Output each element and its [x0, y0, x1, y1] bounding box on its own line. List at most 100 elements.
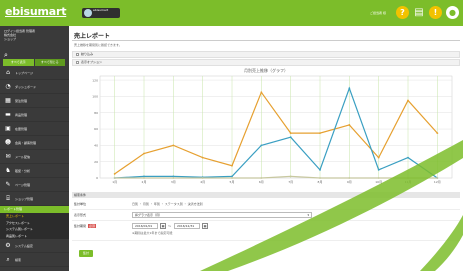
sidebar-item-settings[interactable]: ⚙ システム設定 — [0, 239, 69, 253]
range-separator: 〜 — [168, 224, 172, 228]
top-bar: ebisumart ebisumart ご担当者 様 ? ▤ ! ● — [0, 0, 463, 26]
sidebar-item-members[interactable]: ☻ 会員・顧客管理 — [0, 136, 69, 150]
data-point — [348, 87, 351, 90]
user-line: ショップ — [4, 37, 17, 41]
sidebar-item-label: ショップ管理 — [15, 196, 34, 201]
filter-row-format: 表示形式 棒グラフ表示（月） ▾ — [72, 210, 460, 221]
sidebar-item-label: 在庫管理 — [15, 126, 28, 131]
x-tick-label: 10月 — [375, 180, 382, 184]
sidebar-item-search[interactable]: ⌕ 検索 — [0, 253, 69, 267]
search-icon[interactable]: ⌕ — [0, 50, 69, 59]
date-from-input[interactable]: 2016/01/01 — [132, 223, 158, 229]
sidebar-item-mail[interactable]: ✉ メール配信 — [0, 150, 69, 164]
data-point — [231, 175, 233, 178]
y-tick-label: 20 — [94, 160, 98, 164]
plot-area — [99, 75, 453, 179]
data-point — [231, 164, 233, 167]
filter-toggle-row[interactable]: 絞り込み — [72, 51, 460, 58]
y-tick-label: 40 — [94, 144, 98, 148]
cart-icon[interactable]: ▤ — [413, 7, 425, 18]
data-point — [348, 177, 351, 179]
sidebar-item-content[interactable]: ✎ ページ管理 — [0, 178, 69, 192]
data-point — [201, 177, 204, 179]
sidebar-item-label: 検索 — [15, 257, 22, 262]
data-point — [172, 175, 175, 178]
y-tick-label: 80 — [94, 111, 98, 115]
sidebar-user: ログイン担当者 管理者 株式会社 ショップ — [0, 26, 69, 50]
sidebar-item-dashboard[interactable]: ◔ ダッシュボード — [0, 80, 69, 94]
data-point — [289, 136, 292, 139]
filter-row-unit: 集計単位 日別 ・ 月別 ・ 年別 ・ ステータス別 ・ 決済方法別 — [72, 199, 460, 210]
product-icon: ▬ — [5, 111, 11, 118]
notification-icon[interactable]: ! — [429, 6, 442, 19]
chart-title: 月別売上推移（グラフ） — [244, 68, 288, 73]
sidebar-item-campaign[interactable]: ♞ 販促・分析 — [0, 164, 69, 178]
data-point — [289, 132, 292, 135]
format-select[interactable]: 棒グラフ表示（月） ▾ — [132, 212, 312, 218]
sidebar-item-stock[interactable]: ▣ 在庫管理 — [0, 122, 69, 136]
date-to-input[interactable]: 2016/12/31 — [174, 223, 200, 229]
data-point — [407, 156, 409, 159]
sidebar-item-label: 会員・顧客管理 — [15, 140, 37, 145]
stock-icon: ▣ — [5, 125, 11, 132]
chart-svg: 0 20 40 60 80 100 120 1月 2月 3月 4月 5月 6月 7月 8月 9月 10月 11月 1… — [92, 75, 453, 184]
x-tick-label: 7月 — [288, 180, 293, 184]
data-point — [143, 152, 145, 155]
help-icon[interactable]: ● — [446, 6, 459, 19]
sidebar-item-shop[interactable]: ⌸ ショップ管理 — [0, 192, 69, 206]
user-info[interactable]: ご担当者 様 — [370, 11, 392, 15]
x-tick-label: 12月 — [434, 180, 441, 184]
filter-header: 検索条件 — [72, 192, 460, 198]
y-tick-label: 120 — [92, 78, 98, 82]
chevron-down-icon: ▾ — [307, 213, 309, 217]
show-all-tab[interactable]: すべて表示 — [3, 59, 34, 66]
question-icon[interactable]: ? — [396, 6, 409, 19]
data-point — [377, 168, 380, 171]
y-tick-label: 0 — [96, 176, 98, 180]
data-point — [377, 156, 380, 159]
sidebar-item-products[interactable]: ▬ 商品管理 — [0, 108, 69, 122]
aggregation-options[interactable]: 日別 ・ 月別 ・ 年別 ・ ステータス別 ・ 決済方法別 — [132, 202, 203, 206]
site-selector[interactable]: ebisumart — [82, 8, 120, 18]
checkbox-label: 絞り込み — [81, 52, 94, 56]
calendar-icon[interactable]: ▦ — [202, 223, 208, 229]
data-point — [260, 144, 263, 147]
submit-button[interactable]: 集計 — [79, 250, 93, 257]
x-tick-label: 4月 — [200, 180, 205, 184]
y-tick-label: 100 — [92, 95, 98, 99]
data-point — [377, 177, 380, 179]
sidebar-item-orders[interactable]: ▦ 受注管理 — [0, 94, 69, 108]
x-tick-label: 8月 — [318, 180, 323, 184]
options-toggle-row[interactable]: 表示オプション — [72, 59, 460, 66]
period-note: ※期間は最大1年まで指定可能 — [132, 231, 173, 235]
data-point — [319, 132, 321, 135]
sidebar-item-label: 受注管理 — [15, 98, 28, 103]
data-point — [172, 144, 175, 147]
checkbox[interactable] — [76, 52, 79, 56]
divider — [72, 40, 460, 41]
calendar-icon[interactable]: ▦ — [160, 223, 166, 229]
checkbox[interactable] — [76, 60, 79, 64]
close-all-tab[interactable]: すべて閉じる — [34, 59, 65, 66]
x-tick-label: 11月 — [405, 180, 412, 184]
site-name: ebisumart — [93, 8, 109, 12]
field-label: 集計単位 — [74, 202, 87, 206]
logo[interactable]: ebisumart — [5, 5, 66, 18]
campaign-icon: ♞ — [5, 167, 11, 174]
sidebar-item-label: ダッシュボード — [15, 84, 37, 89]
sidebar-item-label: ページ管理 — [15, 182, 30, 187]
avatar — [84, 9, 92, 17]
data-point — [407, 177, 409, 179]
page-title: 売上レポート — [74, 33, 111, 40]
required-badge: 必須 — [88, 224, 97, 228]
report-submenu-header[interactable]: レポート管理 — [0, 206, 69, 213]
field-label: 集計期間 必須 — [74, 224, 97, 228]
data-point — [143, 177, 145, 179]
data-point — [113, 173, 116, 175]
x-tick-label: 1月 — [112, 180, 117, 184]
report-submenu: レポート管理 売上レポート アクセスレポート システム別レポート 商品別レポート — [0, 206, 69, 239]
data-point — [113, 177, 116, 179]
shop-icon: ⌸ — [6, 194, 10, 202]
sidebar-item-top[interactable]: ⌂ トップページ — [0, 66, 69, 80]
home-icon: ⌂ — [6, 69, 10, 76]
